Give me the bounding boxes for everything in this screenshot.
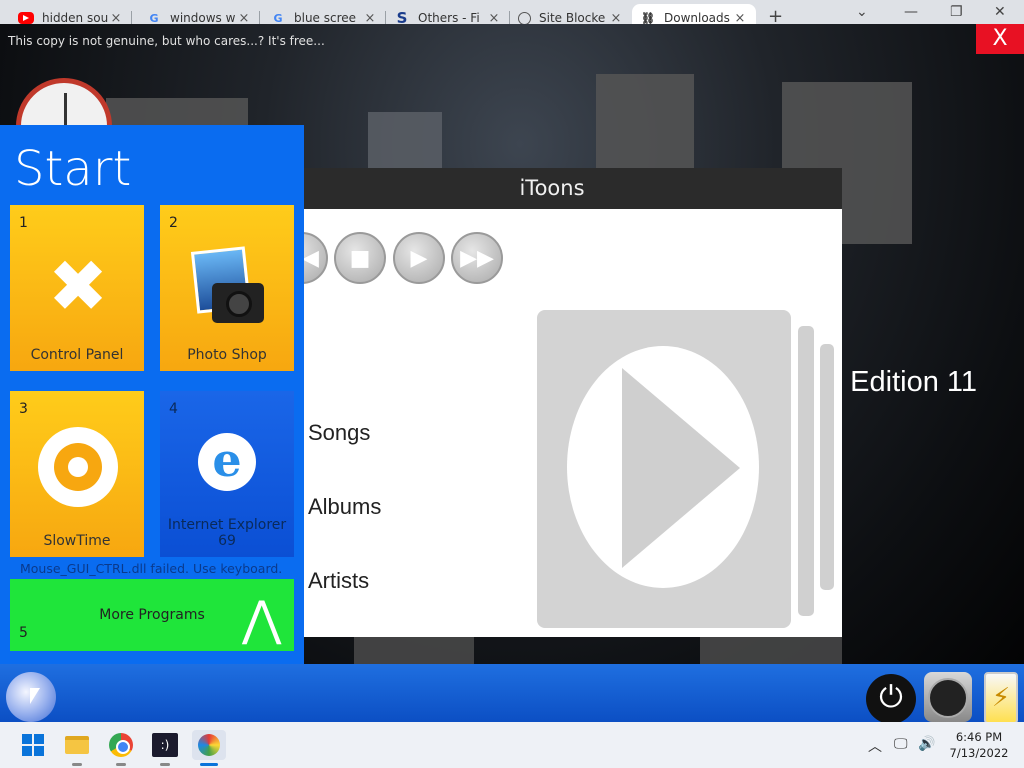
file-explorer-button[interactable] [62, 730, 92, 760]
chrome-button[interactable] [106, 730, 136, 760]
app-taskbar: ⏻ ⚡ [0, 664, 1024, 722]
tile-internet-explorer[interactable]: 4 e Internet Explorer 69 [160, 391, 294, 557]
internet-explorer-icon: e [198, 433, 256, 491]
tray-time: 6:46 PM [955, 730, 1003, 744]
network-icon[interactable]: 🖵 [894, 736, 908, 752]
mouse-error-message: Mouse_GUI_CTRL.dll failed. Use keyboard. [20, 561, 283, 576]
windows-logo-icon [22, 734, 44, 756]
chrome-icon [109, 733, 133, 757]
tile-label: Photo Shop [187, 347, 267, 363]
terminal-button[interactable]: :) [150, 730, 180, 760]
mouse-cursor-icon [30, 688, 40, 704]
stop-icon: ■ [349, 245, 371, 271]
clock-face-icon [928, 678, 968, 718]
youtube-icon [18, 12, 34, 24]
album-stack [820, 344, 834, 590]
play-triangle [622, 368, 740, 568]
next-button[interactable]: ▶▶ [451, 232, 503, 284]
tab-label: Downloads [664, 11, 730, 25]
tray-date: 7/13/2022 [949, 746, 1009, 760]
bg-square [700, 634, 842, 664]
tile-slowtime[interactable]: 3 SlowTime [10, 391, 144, 557]
tile-number: 4 [169, 401, 178, 417]
tab-label: windows w [170, 11, 236, 25]
play-icon: ▶ [410, 245, 428, 271]
tray-clock[interactable]: 6:46 PM 7/13/2022 [944, 729, 1014, 761]
tab-label: Site Blocke [539, 11, 606, 25]
start-menu: Start 1 ✖ Control Panel 2 Photo Shop 3 S… [0, 125, 304, 665]
globe-icon [518, 11, 531, 25]
tile-more-programs[interactable]: More Programs ⋀ 5 [10, 579, 294, 651]
tab-label: hidden sou [42, 11, 108, 25]
tab-label: blue scree [294, 11, 357, 25]
stop-button[interactable]: ■ [334, 232, 386, 284]
tile-number: 2 [169, 215, 178, 231]
wrench-screwdriver-icon: ✖ [47, 244, 109, 328]
tab-search-icon[interactable]: ⌄ [856, 4, 868, 20]
genuine-notice: This copy is not genuine, but who cares.… [8, 34, 325, 48]
clock-button[interactable] [924, 672, 972, 722]
edition-label: o Edition 11 [826, 366, 978, 398]
library-artists[interactable]: Artists [308, 568, 369, 594]
library-albums[interactable]: Albums [308, 494, 381, 520]
tile-label: SlowTime [43, 533, 111, 549]
app-ball-icon [198, 734, 220, 756]
quicktime-icon [38, 427, 118, 507]
tile-number: 3 [19, 401, 28, 417]
close-app-button[interactable]: X [976, 24, 1024, 54]
terminal-icon: :) [152, 733, 178, 757]
power-button[interactable]: ⏻ [866, 674, 916, 722]
windows-taskbar: :) ︿ 🖵 🔊 6:46 PM 7/13/2022 [0, 722, 1024, 768]
active-app-button[interactable] [192, 730, 226, 760]
windows-start-button[interactable] [18, 730, 48, 760]
desktop: This copy is not genuine, but who cares.… [0, 24, 1024, 722]
bg-square [368, 112, 442, 172]
close-window-icon[interactable]: ✕ [994, 4, 1006, 20]
bg-square [596, 74, 694, 170]
tile-number: 5 [19, 625, 28, 641]
battery-icon[interactable]: ⚡ [984, 672, 1018, 722]
bg-square [354, 634, 474, 664]
fast-forward-icon: ▶▶ [460, 245, 494, 271]
album-stack [798, 326, 814, 616]
camera-icon [190, 245, 266, 331]
tile-label: Control Panel [30, 347, 124, 363]
library-songs[interactable]: Songs [308, 420, 370, 446]
folder-icon [65, 736, 89, 754]
minimize-icon[interactable]: — [904, 4, 918, 20]
tile-label: Internet Explorer 69 [167, 517, 287, 549]
app-store-icon: ⋀ [242, 591, 282, 647]
tile-control-panel[interactable]: 1 ✖ Control Panel [10, 205, 144, 371]
restore-icon[interactable]: ❐ [950, 4, 963, 20]
start-title: Start [14, 141, 132, 197]
play-button[interactable]: ▶ [393, 232, 445, 284]
show-hidden-icons-icon[interactable]: ︿ [868, 736, 882, 756]
tile-number: 1 [19, 215, 28, 231]
tile-photo-shop[interactable]: 2 Photo Shop [160, 205, 294, 371]
itoons-titlebar[interactable]: iToons [262, 168, 842, 210]
tab-label: Others - Fi [418, 11, 480, 25]
volume-icon[interactable]: 🔊 [918, 736, 935, 752]
